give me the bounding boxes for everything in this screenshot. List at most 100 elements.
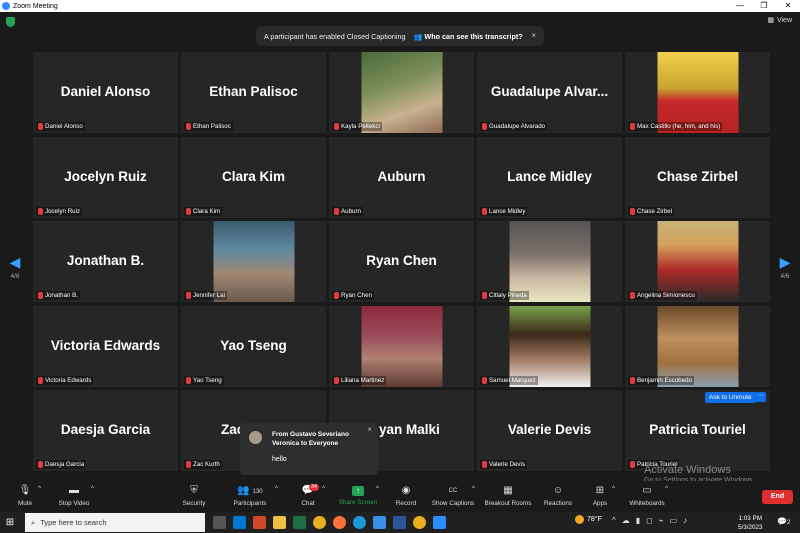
participant-tile[interactable]: Daniel Alonso Daniel Alonso <box>33 52 178 133</box>
participant-tile[interactable]: Jonathan B. Jonathan B. <box>33 221 178 302</box>
mic-muted-icon <box>482 123 487 130</box>
search-icon: ⌕ <box>31 517 36 527</box>
participant-name-large: Valerie Devis <box>507 422 592 437</box>
system-tray[interactable]: ^☁▮◻⌁▭♪ <box>612 516 693 525</box>
participants-button[interactable]: 👥 130 Participants <box>230 485 270 507</box>
participant-video <box>361 305 442 387</box>
chat-unread-badge: 34 <box>309 484 320 491</box>
participant-tile[interactable]: Ethan Palisoc Ethan Palisoc <box>181 52 326 133</box>
participant-tile[interactable]: Citlaly Pineda <box>477 221 622 302</box>
word-icon[interactable] <box>393 516 406 529</box>
maximize-button[interactable]: ❐ <box>752 0 776 12</box>
mic-muted-icon <box>38 376 43 384</box>
participant-label: Ethan Palisoc <box>184 122 233 131</box>
who-can-see-link[interactable]: 👥 Who can see this transcript? <box>413 32 522 41</box>
taskbar-clock[interactable]: 1:03 PM 5/3/2023 <box>738 514 763 532</box>
whiteboards-options-caret[interactable]: ^ <box>665 485 668 492</box>
participant-label: Valerie Devis <box>480 460 527 469</box>
edge-icon[interactable] <box>353 516 366 529</box>
notifications-icon[interactable]: 💬2 <box>777 517 790 526</box>
chrome-icon[interactable] <box>413 516 426 529</box>
weather-widget[interactable]: 78°F <box>575 515 602 524</box>
chat-button[interactable]: 💬 34 Chat <box>296 484 320 507</box>
stop-video-button[interactable]: ▬ Stop Video <box>55 485 93 507</box>
participant-tile[interactable]: Benjamin Escobedo <box>625 305 770 387</box>
breakout-rooms-button[interactable]: ▦ Breakout Rooms <box>483 485 533 507</box>
outlook-icon[interactable] <box>233 516 246 529</box>
reactions-button[interactable]: ☺ Reactions <box>541 485 575 507</box>
task-view-icon[interactable] <box>213 516 226 529</box>
participant-tile[interactable]: Daesja Garcia Daesja Garcia <box>33 390 178 471</box>
minimize-button[interactable]: — <box>728 0 752 12</box>
chat-popup-close-button[interactable]: × <box>367 425 372 434</box>
participant-tile[interactable]: Guadalupe Alvar... Guadalupe Alvarado <box>477 52 622 133</box>
participant-label: Citlaly Pineda <box>480 291 529 300</box>
view-button[interactable]: ▦ View <box>767 16 792 25</box>
participant-tile[interactable]: Chase Zirbel Chase Zirbel <box>625 136 770 218</box>
participant-tile[interactable]: Jennifer Lai <box>181 221 326 302</box>
participant-label: Samuel Marquez <box>480 375 538 385</box>
participant-tile[interactable]: Kayla Peltekci <box>329 52 474 133</box>
participant-tile[interactable]: Auburn Auburn <box>329 136 474 218</box>
captions-options-caret[interactable]: ^ <box>472 485 475 492</box>
participant-tile[interactable]: Valerie Devis Valerie Devis <box>477 390 622 471</box>
sun-icon <box>575 515 584 524</box>
reactions-icon: ☺ <box>552 485 564 496</box>
apps-options-caret[interactable]: ^ <box>612 485 615 492</box>
powerpoint-icon[interactable] <box>253 516 266 529</box>
grid-icon: ▦ <box>767 17 774 24</box>
participant-tile[interactable]: Clara Kim Clara Kim <box>181 136 326 218</box>
prev-page-button[interactable]: ◀ 4/6 <box>3 254 27 280</box>
internet-explorer-icon[interactable] <box>373 516 386 529</box>
mic-muted-icon <box>630 207 635 215</box>
microphone-icon: 🎙 <box>18 485 32 496</box>
zoom-logo-icon <box>2 2 10 10</box>
people-icon: 👥 <box>413 31 425 41</box>
share-screen-icon: ↑ <box>352 486 364 496</box>
participant-name-large: Lance Midley <box>507 168 592 184</box>
participant-tile[interactable]: Ryan Chen Ryan Chen <box>329 221 474 302</box>
record-button[interactable]: ◉ Record <box>393 485 419 507</box>
windows-start-icon[interactable]: ⊞ <box>0 517 20 528</box>
next-page-button[interactable]: ▶ 4/6 <box>773 254 797 280</box>
mute-button[interactable]: 🎙 Mute <box>14 485 36 507</box>
taskbar-search-box[interactable]: ⌕ Type here to search <box>25 513 205 532</box>
participant-tile[interactable]: Liliana Martinez <box>329 305 474 387</box>
captions-icon: CC <box>448 488 458 494</box>
mic-muted-icon <box>38 461 43 468</box>
security-shield-icon[interactable] <box>6 17 15 27</box>
participants-options-caret[interactable]: ^ <box>275 485 278 492</box>
chat-options-caret[interactable]: ^ <box>322 485 325 492</box>
show-captions-button[interactable]: CC Show Captions <box>430 485 476 507</box>
participant-tile[interactable]: Yao Tseng Yao Tseng <box>181 305 326 387</box>
whiteboards-button[interactable]: ▭ Whiteboards <box>627 485 667 507</box>
firefox-icon[interactable] <box>333 516 346 529</box>
chrome-icon[interactable] <box>313 516 326 529</box>
participant-tile[interactable]: Samuel Marquez <box>477 305 622 387</box>
excel-icon[interactable] <box>293 516 306 529</box>
participant-tile[interactable]: Victoria Edwards Victoria Edwards <box>33 305 178 387</box>
participant-tile[interactable]: Lance Midley Lance Midley <box>477 136 622 218</box>
chat-notification-popup[interactable]: From Gustavo Severiano Veronica to Every… <box>240 423 378 475</box>
participant-label: Victoria Edwards <box>36 375 94 385</box>
banner-close-button[interactable]: × <box>531 31 536 40</box>
file-explorer-icon[interactable] <box>273 516 286 529</box>
more-options-button[interactable]: ··· <box>755 392 766 402</box>
video-options-caret[interactable]: ^ <box>91 485 94 492</box>
close-window-button[interactable]: ✕ <box>776 0 800 12</box>
participant-tile[interactable]: Angelina Simionescu <box>625 221 770 302</box>
zoom-taskbar-icon[interactable] <box>433 516 446 529</box>
end-meeting-button[interactable]: End <box>762 490 793 504</box>
audio-options-caret[interactable]: ^ <box>38 485 41 492</box>
participant-name-large: Guadalupe Alvar... <box>490 84 609 99</box>
share-screen-button[interactable]: ↑ Share Screen <box>338 485 378 506</box>
ask-to-unmute-button[interactable]: Ask to Unmute <box>705 392 756 403</box>
participant-label: Benjamin Escobedo <box>628 375 695 385</box>
share-options-caret[interactable]: ^ <box>376 485 379 492</box>
security-button[interactable]: ⛨ Security <box>178 485 210 507</box>
participant-tile[interactable]: Max Castillo (he, him, and his) <box>625 52 770 133</box>
apps-button[interactable]: ⊞ Apps <box>589 485 611 507</box>
participant-label: Daesja Garcia <box>36 460 87 469</box>
participant-tile[interactable]: Jocelyn Ruiz Jocelyn Ruiz <box>33 136 178 218</box>
participant-label: Ryan Chen <box>332 291 374 300</box>
